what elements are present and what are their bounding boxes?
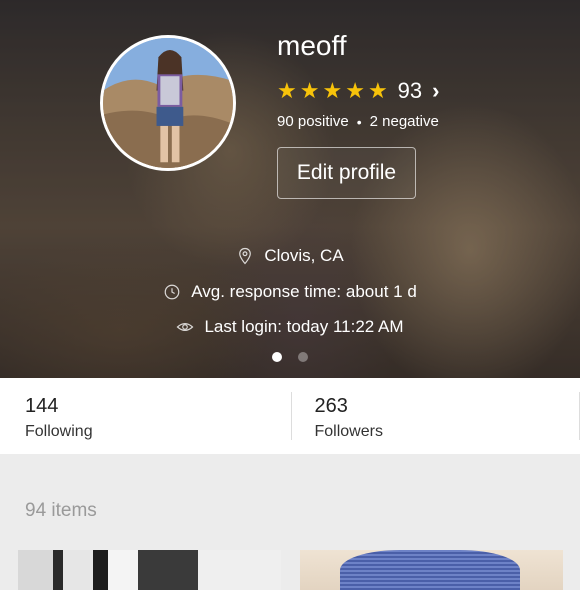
following-count: 144 — [25, 395, 291, 418]
listing-tile[interactable] — [18, 550, 281, 590]
followers-stat[interactable]: 263 Followers — [291, 392, 580, 440]
location-text: Clovis, CA — [264, 246, 343, 266]
stats-bar: 144 Following 263 Followers — [0, 378, 580, 454]
clock-icon — [163, 283, 181, 301]
star-icon: ★ — [277, 78, 297, 104]
following-label: Following — [25, 423, 291, 441]
chevron-right-icon[interactable]: › — [432, 78, 439, 104]
page-dot-active[interactable] — [272, 352, 282, 362]
star-icon: ★ — [368, 78, 388, 104]
response-time-row: Avg. response time: about 1 d — [0, 282, 580, 302]
positive-count: 90 positive — [277, 113, 349, 130]
profile-header: meoff ★ ★ ★ ★ ★ 93 › 90 positive • 2 neg… — [0, 0, 580, 378]
avatar[interactable] — [100, 35, 236, 171]
edit-profile-button[interactable]: Edit profile — [277, 147, 416, 199]
rating-row[interactable]: ★ ★ ★ ★ ★ 93 › — [277, 78, 439, 104]
followers-label: Followers — [315, 423, 580, 441]
negative-count: 2 negative — [370, 113, 439, 130]
star-icon: ★ — [345, 78, 365, 104]
location-pin-icon — [236, 247, 254, 265]
star-rating: ★ ★ ★ ★ ★ — [277, 78, 388, 104]
header-page-indicator — [272, 352, 308, 362]
followers-count: 263 — [315, 395, 580, 418]
username: meoff — [277, 30, 347, 62]
bullet-separator: • — [357, 114, 362, 130]
page-dot[interactable] — [298, 352, 308, 362]
avatar-photo — [103, 38, 233, 168]
listing-image — [340, 550, 520, 590]
last-login-row: Last login: today 11:22 AM — [0, 317, 580, 337]
response-time-text: Avg. response time: about 1 d — [191, 282, 417, 302]
location-row: Clovis, CA — [0, 246, 580, 266]
items-count: 94 items — [25, 500, 97, 522]
last-login-text: Last login: today 11:22 AM — [204, 317, 403, 337]
star-icon: ★ — [322, 78, 342, 104]
rating-count: 93 — [398, 78, 422, 104]
following-stat[interactable]: 144 Following — [0, 378, 291, 454]
eye-icon — [176, 318, 194, 336]
star-icon: ★ — [300, 78, 320, 104]
listing-tile[interactable] — [300, 550, 563, 590]
feedback-summary: 90 positive • 2 negative — [277, 113, 439, 130]
